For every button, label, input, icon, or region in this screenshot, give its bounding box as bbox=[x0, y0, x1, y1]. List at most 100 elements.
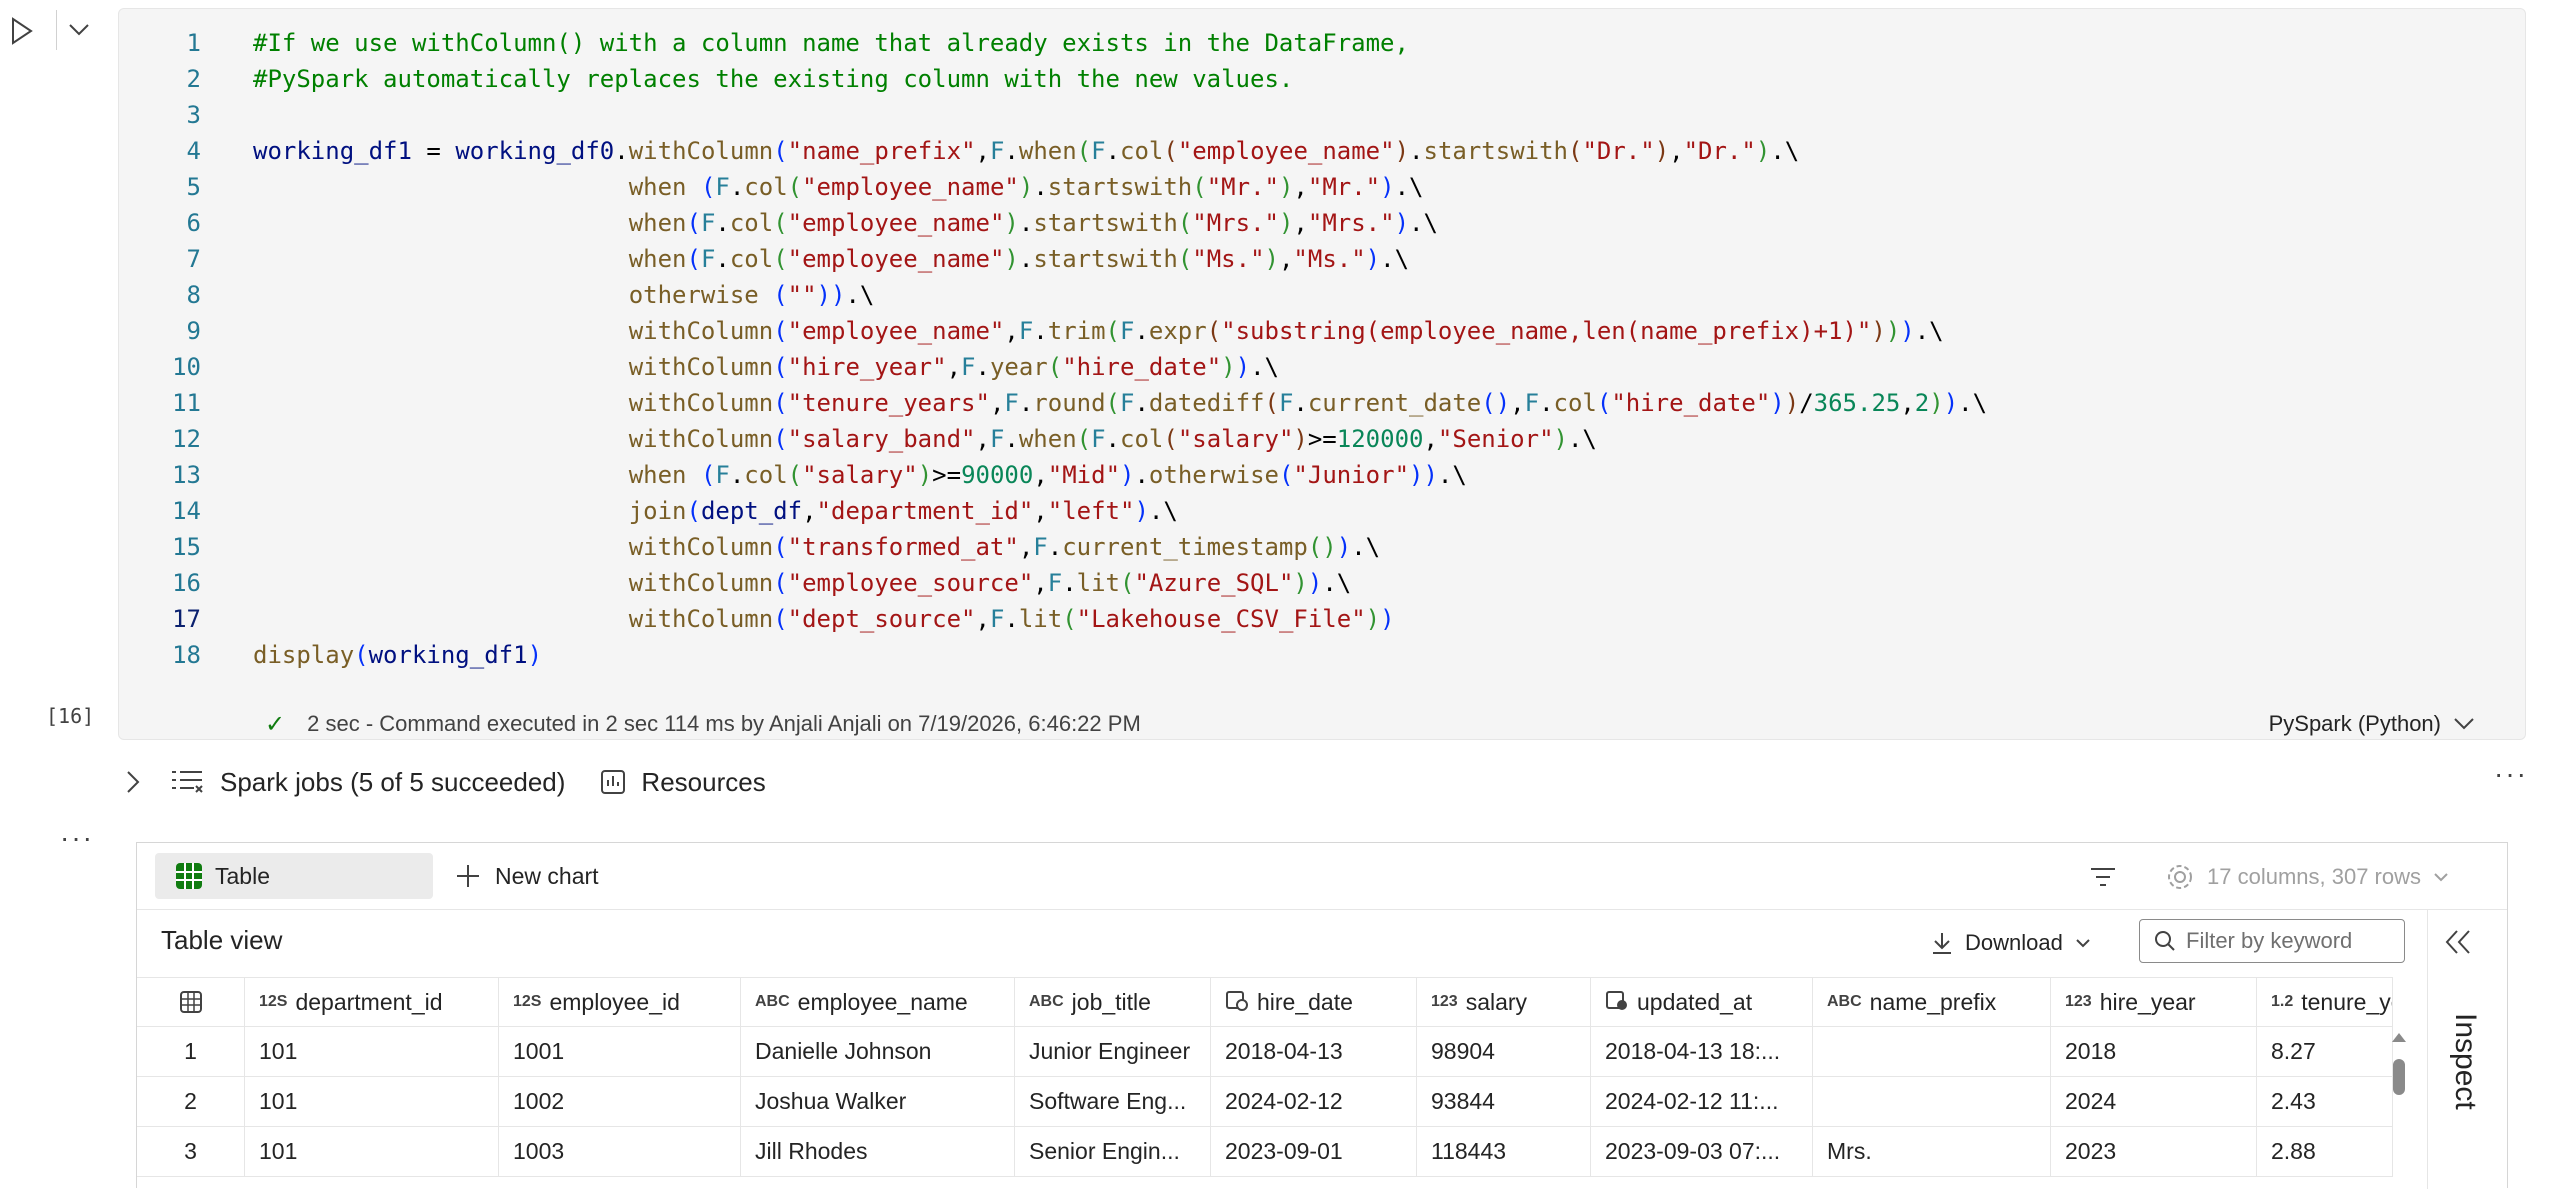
line-number: 18 bbox=[172, 641, 201, 669]
column-header-name-prefix[interactable]: ABC name_prefix bbox=[1813, 978, 2051, 1026]
filter-button[interactable] bbox=[2083, 857, 2123, 897]
code-line[interactable]: 3 bbox=[119, 97, 2519, 133]
table-cell[interactable]: Junior Engineer bbox=[1015, 1027, 1211, 1076]
table-row[interactable]: 1 101 1001 Danielle Johnson Junior Engineer 2… bbox=[137, 1027, 2393, 1077]
calendar-icon bbox=[1225, 988, 1257, 1017]
table-cell[interactable]: 118443 bbox=[1417, 1127, 1591, 1176]
code-text: withColumn("employee_name",F.trim(F.expr… bbox=[628, 317, 1944, 345]
table-cell[interactable]: Danielle Johnson bbox=[741, 1027, 1015, 1076]
column-name: updated_at bbox=[1637, 988, 1753, 1015]
code-line[interactable]: 7 when(F.col("employee_name").startswith… bbox=[119, 241, 2519, 277]
table-cell[interactable]: 2018-04-13 18:... bbox=[1591, 1027, 1813, 1076]
table-cell[interactable]: 8.27 bbox=[2257, 1027, 2393, 1076]
table-cell[interactable]: Software Eng... bbox=[1015, 1077, 1211, 1126]
code-cell[interactable]: 1 #If we use withColumn() with a column n… bbox=[118, 8, 2526, 740]
table-cell[interactable]: 1001 bbox=[499, 1027, 741, 1076]
new-chart-button[interactable]: New chart bbox=[455, 853, 599, 899]
column-header-hire-date[interactable]: hire_date bbox=[1211, 978, 1417, 1026]
vertical-scrollbar[interactable] bbox=[2389, 1027, 2409, 1189]
table-cell[interactable]: 2018 bbox=[2051, 1027, 2257, 1076]
column-header-salary[interactable]: 123 salary bbox=[1417, 978, 1591, 1026]
spark-jobs-link[interactable]: Spark jobs (5 of 5 succeeded) bbox=[220, 767, 565, 798]
code-line[interactable]: 11 withColumn("tenure_years",F.round(F.d… bbox=[119, 385, 2519, 421]
code-text: otherwise ("")).\ bbox=[628, 281, 875, 309]
code-line[interactable]: 14 join(dept_df,"department_id","left").… bbox=[119, 493, 2519, 529]
column-header-job-title[interactable]: ABC job_title bbox=[1015, 978, 1211, 1026]
table-cell[interactable]: Senior Engin... bbox=[1015, 1127, 1211, 1176]
table-cell[interactable]: 2.88 bbox=[2257, 1127, 2393, 1176]
inspect-panel-tab[interactable]: Inspect bbox=[2437, 1013, 2493, 1173]
column-name: hire_date bbox=[1257, 988, 1353, 1015]
table-cell[interactable]: 2018-04-13 bbox=[1211, 1027, 1417, 1076]
table-cell[interactable] bbox=[1813, 1077, 2051, 1126]
code-line[interactable]: 4 working_df1 = working_df0.withColumn("n… bbox=[119, 133, 2519, 169]
collapse-panel-button[interactable] bbox=[2443, 927, 2473, 962]
code-line[interactable]: 10 withColumn("hire_year",F.year("hire_d… bbox=[119, 349, 2519, 385]
table-cell[interactable]: 2024-02-12 bbox=[1211, 1077, 1417, 1126]
code-line[interactable]: 13 when (F.col("salary")>=90000,"Mid").o… bbox=[119, 457, 2519, 493]
code-text: #If we use withColumn() with a column na… bbox=[253, 29, 1409, 57]
divider bbox=[137, 909, 2507, 910]
code-line[interactable]: 8 otherwise ("")).\ bbox=[119, 277, 2519, 313]
select-all-grid-icon[interactable] bbox=[137, 978, 245, 1026]
table-cell[interactable]: 1003 bbox=[499, 1127, 741, 1176]
table-row[interactable]: 3 101 1003 Jill Rhodes Senior Engin... 2023-0… bbox=[137, 1127, 2393, 1177]
code-line[interactable]: 15 withColumn("transformed_at",F.current… bbox=[119, 529, 2519, 565]
line-number: 12 bbox=[172, 425, 201, 453]
language-selector[interactable]: PySpark (Python) bbox=[2269, 707, 2475, 741]
expand-chevron-icon[interactable] bbox=[126, 770, 140, 794]
output-more-options-icon[interactable]: ··· bbox=[60, 822, 94, 854]
code-line[interactable]: 6 when(F.col("employee_name").startswith… bbox=[119, 205, 2519, 241]
code-line[interactable]: 17 withColumn("dept_source",F.lit("Lakeh… bbox=[119, 601, 2519, 637]
download-button[interactable]: Download bbox=[1931, 923, 2091, 963]
table-cell[interactable]: 2023-09-01 bbox=[1211, 1127, 1417, 1176]
column-header-department-id[interactable]: 12S department_id bbox=[245, 978, 499, 1026]
column-name: employee_id bbox=[549, 988, 680, 1015]
table-cell[interactable]: 101 bbox=[245, 1127, 499, 1176]
table-cell[interactable]: 2024 bbox=[2051, 1077, 2257, 1126]
code-line[interactable]: 5 when (F.col("employee_name").startswit… bbox=[119, 169, 2519, 205]
column-name: salary bbox=[1465, 988, 1528, 1015]
column-header-employee-id[interactable]: 12S employee_id bbox=[499, 978, 741, 1026]
download-label: Download bbox=[1965, 930, 2063, 955]
code-line[interactable]: 18 display(working_df1) bbox=[119, 637, 2519, 673]
code-text: withColumn("hire_year",F.year("hire_date… bbox=[628, 353, 1279, 381]
column-header-tenure-ye[interactable]: 1.2 tenure_ye bbox=[2257, 978, 2393, 1026]
table-cell[interactable]: Mrs. bbox=[1813, 1127, 2051, 1176]
column-header-hire-year[interactable]: 123 hire_year bbox=[2051, 978, 2257, 1026]
success-check-icon: ✓ bbox=[265, 710, 286, 738]
table-cell[interactable]: 101 bbox=[245, 1077, 499, 1126]
code-line[interactable]: 2 #PySpark automatically replaces the exi… bbox=[119, 61, 2519, 97]
column-header-updated-at[interactable]: updated_at bbox=[1591, 978, 1813, 1026]
table-cell[interactable]: 2023 bbox=[2051, 1127, 2257, 1176]
divider bbox=[2427, 909, 2428, 1189]
code-line[interactable]: 16 withColumn("employee_source",F.lit("A… bbox=[119, 565, 2519, 601]
code-editor[interactable]: 1 #If we use withColumn() with a column n… bbox=[119, 25, 2519, 673]
resources-link[interactable]: Resources bbox=[641, 767, 765, 798]
row-index: 3 bbox=[137, 1127, 245, 1176]
table-tab[interactable]: Table bbox=[155, 853, 433, 899]
table-cell[interactable]: 98904 bbox=[1417, 1027, 1591, 1076]
table-row[interactable]: 2 101 1002 Joshua Walker Software Eng... 2024… bbox=[137, 1077, 2393, 1127]
more-options-icon[interactable]: ··· bbox=[2494, 758, 2528, 790]
table-tab-label: Table bbox=[215, 862, 270, 889]
table-cell[interactable] bbox=[1813, 1027, 2051, 1076]
run-cell-button[interactable] bbox=[8, 14, 36, 48]
table-cell[interactable]: Jill Rhodes bbox=[741, 1127, 1015, 1176]
code-line[interactable]: 1 #If we use withColumn() with a column n… bbox=[119, 25, 2519, 61]
table-cell[interactable]: 1002 bbox=[499, 1077, 741, 1126]
line-number: 11 bbox=[172, 389, 201, 417]
table-cell[interactable]: 2024-02-12 11:... bbox=[1591, 1077, 1813, 1126]
column-header-employee-name[interactable]: ABC employee_name bbox=[741, 978, 1015, 1026]
table-cell[interactable]: 101 bbox=[245, 1027, 499, 1076]
columns-rows-settings[interactable]: 17 columns, 307 rows bbox=[2165, 857, 2449, 897]
table-cell[interactable]: 2023-09-03 07:... bbox=[1591, 1127, 1813, 1176]
code-line[interactable]: 9 withColumn("employee_name",F.trim(F.ex… bbox=[119, 313, 2519, 349]
table-cell[interactable]: 2.43 bbox=[2257, 1077, 2393, 1126]
scrollbar-thumb[interactable] bbox=[2393, 1059, 2405, 1095]
cell-options-dropdown[interactable] bbox=[56, 10, 101, 50]
table-cell[interactable]: Joshua Walker bbox=[741, 1077, 1015, 1126]
table-cell[interactable]: 93844 bbox=[1417, 1077, 1591, 1126]
keyword-filter-input[interactable]: Filter by keyword bbox=[2139, 919, 2405, 963]
code-line[interactable]: 12 withColumn("salary_band",F.when(F.col… bbox=[119, 421, 2519, 457]
